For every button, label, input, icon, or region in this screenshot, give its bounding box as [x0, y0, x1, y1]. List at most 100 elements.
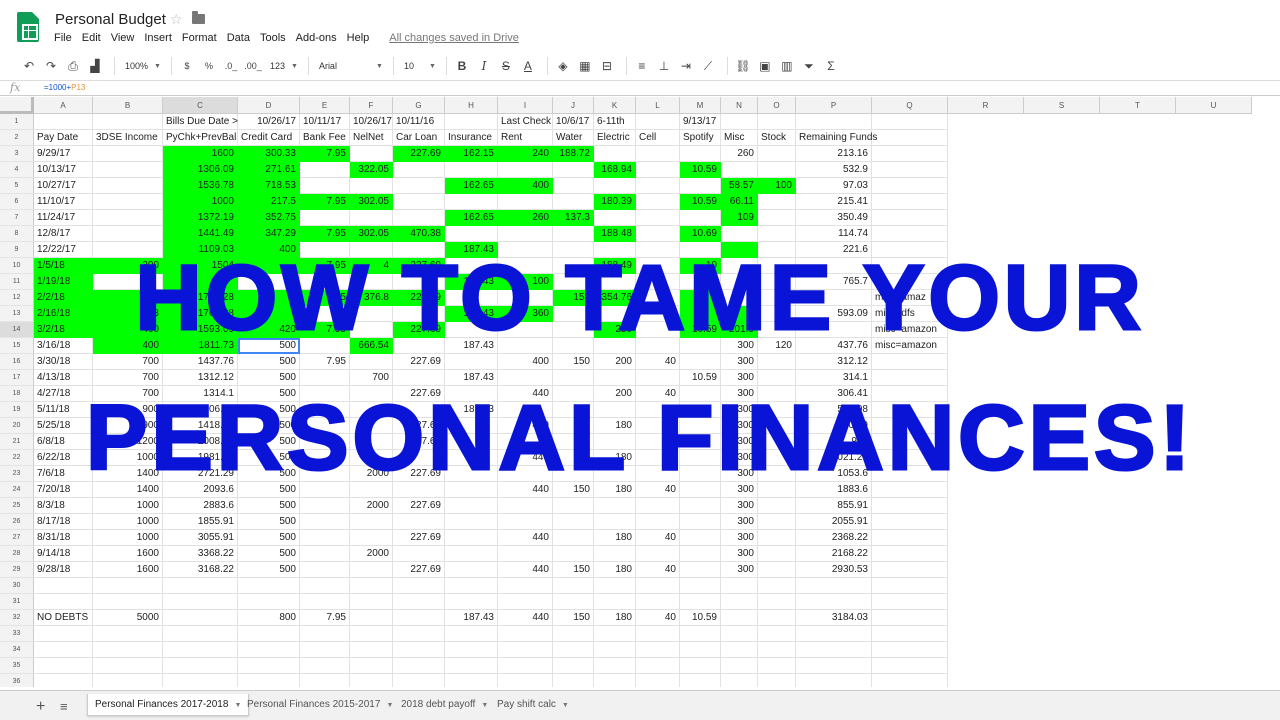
cell-l24[interactable]: 40	[636, 482, 680, 498]
cell-f33[interactable]	[350, 626, 393, 642]
cell-f22[interactable]	[350, 450, 393, 466]
cell-j27[interactable]	[553, 530, 594, 546]
row-header-17[interactable]: 17	[0, 370, 34, 386]
cell-d17[interactable]: 500	[238, 370, 300, 386]
cell-b30[interactable]	[93, 578, 163, 594]
cell-c31[interactable]	[163, 594, 238, 610]
cell-o27[interactable]	[758, 530, 796, 546]
cell-n8[interactable]	[721, 226, 758, 242]
cell-i27[interactable]: 440	[498, 530, 553, 546]
font-select[interactable]: Arial ▼	[315, 61, 387, 71]
cell-p4[interactable]: 532.9	[796, 162, 872, 178]
cell-b22[interactable]: 1000	[93, 450, 163, 466]
cell-d36[interactable]	[238, 674, 300, 687]
cell-l26[interactable]	[636, 514, 680, 530]
row-header-27[interactable]: 27	[0, 530, 34, 546]
cell-a16[interactable]: 3/30/18	[34, 354, 93, 370]
cell-b29[interactable]: 1600	[93, 562, 163, 578]
cell-j13[interactable]	[553, 306, 594, 322]
cell-n20[interactable]: 300	[721, 418, 758, 434]
cell-e3[interactable]: 7.95	[300, 146, 350, 162]
cell-h9[interactable]: 187.43	[445, 242, 498, 258]
row-header-1[interactable]: 1	[0, 114, 34, 130]
cell-q6[interactable]	[872, 194, 948, 210]
cell-e2[interactable]: Bank Fee	[300, 130, 350, 146]
cell-j29[interactable]: 150	[553, 562, 594, 578]
cell-i14[interactable]	[498, 322, 553, 338]
row-header-14[interactable]: 14	[0, 322, 34, 338]
cell-e18[interactable]	[300, 386, 350, 402]
sheet-tab-pay-shift-calc[interactable]: Pay shift calc ▼	[490, 694, 576, 716]
cell-d26[interactable]: 500	[238, 514, 300, 530]
cell-j24[interactable]: 150	[553, 482, 594, 498]
cell-m2[interactable]: Spotify	[680, 130, 721, 146]
cell-e20[interactable]	[300, 418, 350, 434]
cell-m21[interactable]	[680, 434, 721, 450]
cell-m8[interactable]: 10.69	[680, 226, 721, 242]
paint-format-icon[interactable]: ▟	[86, 55, 104, 77]
strikethrough-button[interactable]: S	[497, 55, 515, 77]
column-header-i[interactable]: I	[498, 97, 553, 114]
cell-k11[interactable]	[594, 274, 636, 290]
cell-h10[interactable]	[445, 258, 498, 274]
cell-g36[interactable]	[393, 674, 445, 687]
column-header-r[interactable]: R	[948, 97, 1024, 114]
formula-input[interactable]: =1000+P13	[44, 83, 85, 92]
cell-k20[interactable]: 180	[594, 418, 636, 434]
cell-q28[interactable]	[872, 546, 948, 562]
cell-h27[interactable]	[445, 530, 498, 546]
text-color-button[interactable]: A	[519, 55, 537, 77]
cell-o36[interactable]	[758, 674, 796, 687]
cell-n32[interactable]	[721, 610, 758, 626]
cell-f6[interactable]: 302.05	[350, 194, 393, 210]
cell-l13[interactable]	[636, 306, 680, 322]
redo-icon[interactable]: ↷	[42, 55, 60, 77]
cell-j30[interactable]	[553, 578, 594, 594]
cell-d12[interactable]	[238, 290, 300, 306]
column-header-h[interactable]: H	[445, 97, 498, 114]
cell-e16[interactable]: 7.95	[300, 354, 350, 370]
cell-k18[interactable]: 200	[594, 386, 636, 402]
row-header-35[interactable]: 35	[0, 658, 34, 674]
cell-p36[interactable]	[796, 674, 872, 687]
menu-view[interactable]: View	[111, 32, 140, 44]
cell-h25[interactable]	[445, 498, 498, 514]
cell-f10[interactable]: 4	[350, 258, 393, 274]
cell-f15[interactable]: 666.54	[350, 338, 393, 354]
cell-l36[interactable]	[636, 674, 680, 687]
column-header-b[interactable]: B	[93, 97, 163, 114]
cell-k14[interactable]: 250	[594, 322, 636, 338]
cell-c5[interactable]: 1536.78	[163, 178, 238, 194]
cell-q3[interactable]	[872, 146, 948, 162]
filter-icon[interactable]: ⏷	[800, 55, 818, 77]
cell-e35[interactable]	[300, 658, 350, 674]
cell-c32[interactable]	[163, 610, 238, 626]
cell-m28[interactable]	[680, 546, 721, 562]
cell-c34[interactable]	[163, 642, 238, 658]
cell-k10[interactable]: 188.49	[594, 258, 636, 274]
cell-k29[interactable]: 180	[594, 562, 636, 578]
cell-b9[interactable]	[93, 242, 163, 258]
row-header-30[interactable]: 30	[0, 578, 34, 594]
cell-d35[interactable]	[238, 658, 300, 674]
cell-i12[interactable]	[498, 290, 553, 306]
cell-a33[interactable]	[34, 626, 93, 642]
cell-h1[interactable]	[445, 114, 498, 130]
cell-q34[interactable]	[872, 642, 948, 658]
cell-k30[interactable]	[594, 578, 636, 594]
cell-f8[interactable]: 302.05	[350, 226, 393, 242]
cell-b14[interactable]: 400	[93, 322, 163, 338]
cell-e8[interactable]: 7.95	[300, 226, 350, 242]
cell-i30[interactable]	[498, 578, 553, 594]
cell-k24[interactable]: 180	[594, 482, 636, 498]
cell-o33[interactable]	[758, 626, 796, 642]
cell-j23[interactable]	[553, 466, 594, 482]
row-header-6[interactable]: 6	[0, 194, 34, 210]
row-header-3[interactable]: 3	[0, 146, 34, 162]
sheet-tab-personal-finances-2017-2018[interactable]: Personal Finances 2017-2018 ▼	[87, 694, 250, 716]
cell-b12[interactable]	[93, 290, 163, 306]
cell-m11[interactable]	[680, 274, 721, 290]
cell-c19[interactable]: 1206.41	[163, 402, 238, 418]
cell-j34[interactable]	[553, 642, 594, 658]
cell-b28[interactable]: 1600	[93, 546, 163, 562]
